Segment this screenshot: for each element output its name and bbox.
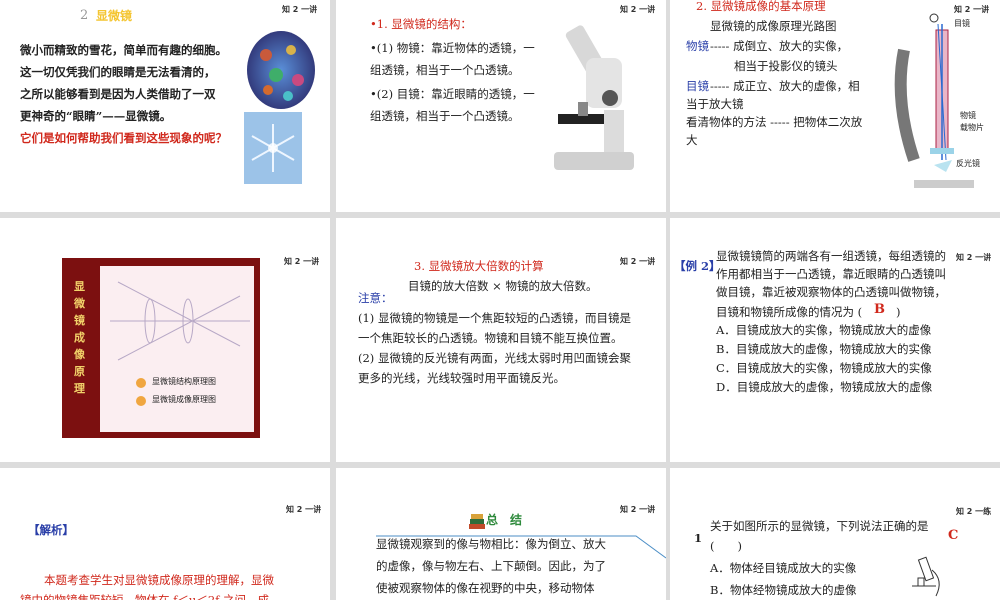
objective-line-2: 相当于投影仪的镜头 [734,59,838,73]
method-line-1: 看清物体的方法 ----- 把物体二次放 [686,115,863,129]
objective-desc-1: •(1) 物镜：靠近物体的透镜，一 [370,41,535,55]
slide-microscope-intro[interactable]: 知 2 一讲 2 显微镜 微小而精致的雪花，简单而有趣的细胞。 这一切仅凭我们的… [0,0,330,212]
option-c[interactable]: C．目镜成放大的实像，物镜成放大的实像 [716,358,932,378]
animation-vertical-title: 显微镜成像原理 [74,280,85,395]
books-icon [469,514,485,529]
magnification-formula: 目镜的放大倍数 × 物镜的放大倍数。 [408,279,598,293]
analysis-label: 【解析】 [28,523,74,537]
imaging-diagram-label: 显微镜成像原理图 [152,395,216,404]
slide-microscope-structure[interactable]: 知 2 一讲 •1. 显微镜的结构： •(1) 物镜：靠近物体的透镜，一 组透镜… [336,0,666,212]
lecture-tag: 知 2 一讲 [620,505,656,514]
eyepiece-line-2: 当于放大镜 [686,97,744,111]
practice-question: 关于如图所示的显微镜，下列说法正确的是 [710,519,929,533]
slide-tag: 载物片 [960,123,984,132]
example-question-line-4: 目镜和物镜所成像的情况为 ( [716,305,863,319]
eyepiece-desc-1: •(2) 目镜：靠近眼睛的透镜，一 [370,87,535,101]
section-number: 2 [80,8,89,23]
summary-line-1: 显微镜观察到的像与物相比：像为倒立、放大 [376,537,606,551]
example-answer-close: ) [896,305,901,319]
example-question-line-1: 显微镜镜筒的两端各有一组透镜，每组透镜的 [716,249,946,263]
analysis-line-2: 镜中的物镜焦距较短，物体在 f＜u＜2f 之间，成 [20,593,270,600]
objective-line-1: ----- 成倒立、放大的实像， [710,39,849,53]
slide-practice-1[interactable]: 知 2 一练 1 关于如图所示的显微镜，下列说法正确的是 C ( ) A．物体经… [670,468,1000,600]
lens-ray-diagram [110,281,250,361]
summary-title: 总 结 [486,513,523,527]
principle-sub: 显微镜的成像原理光路图 [710,19,837,33]
example-label: 【例 2】 [674,259,721,273]
option-d[interactable]: D．目镜成放大的虚像，物镜成放大的虚像 [716,377,932,397]
lecture-tag: 知 2 一讲 [620,257,656,266]
lecture-tag: 知 2 一讲 [956,253,992,262]
intro-line-3: 之所以能够看到是因为人类借助了一双 [20,87,216,101]
slide-principle-animation[interactable]: 知 2 一讲 显微镜成像原理 显微镜结构原理图 显微镜成像原理图 [0,218,330,462]
note-2-line-2: 更多的光线，光线较强时用平面镜反光。 [358,371,565,385]
slide-imaging-principle[interactable]: 知 2 一讲 2. 显微镜成像的基本原理 显微镜的成像原理光路图 物镜 ----… [670,0,1000,212]
practice-answer: C [948,528,959,543]
structure-diagram-label: 显微镜结构原理图 [152,377,216,386]
eyepiece-label: 目镜 [686,79,709,93]
cells-photo [247,31,315,109]
intro-line-4: 更神奇的“眼睛”——显微镜。 [20,109,172,123]
example-question-line-3: 做目镜，靠近被观察物体的凸透镜叫做物镜， [716,285,946,299]
slide-example-2[interactable]: 知 2 一讲 【例 2】 显微镜镜筒的两端各有一组透镜，每组透镜的 作用都相当于… [670,218,1000,462]
eyepiece-tag: 目镜 [954,19,970,28]
slide-magnification[interactable]: 知 2 一讲 3. 显微镜放大倍数的计算 目镜的放大倍数 × 物镜的放大倍数。 … [336,218,666,462]
structure-diagram-button[interactable]: 显微镜结构原理图 [136,376,256,390]
magnification-heading: 3. 显微镜放大倍数的计算 [414,259,544,273]
structure-heading: •1. 显微镜的结构： [370,17,472,31]
lecture-tag: 知 2 一讲 [282,5,318,14]
intro-question: 它们是如何帮助我们看到这些现象的呢？ [20,131,227,145]
method-line-2: 大 [686,133,698,147]
summary-line-3: 使被观察物体的像在视野的中央，移动物体 [376,581,595,595]
practice-tag: 知 2 一练 [956,507,992,516]
objective-tag: 物镜 [960,111,976,120]
practice-bracket: ( ) [710,539,742,553]
option-a[interactable]: A．目镜成放大的实像，物镜成放大的虚像 [716,320,931,340]
example-question-line-2: 作用都相当于一凸透镜，靠近眼睛的凸透镜叫 [716,267,946,281]
analysis-line-1: 本题考查学生对显微镜成像原理的理解，显微 [44,573,274,587]
note-2-line-1: (2) 显微镜的反光镜有两面，光线太弱时用凹面镜会聚 [358,351,631,365]
microscope-drawing [912,556,940,597]
practice-option-b[interactable]: B．物体经物镜成放大的虚像 [710,580,856,600]
objective-label: 物镜 [686,39,709,53]
slide-summary[interactable]: 知 2 一讲 总 结 显微镜观察到的像与物相比：像为倒立、放大 的虚像，像与物左… [336,468,666,600]
eyepiece-line-1: ----- 成正立、放大的虚像，相 [710,79,860,93]
intro-line-1: 微小而精致的雪花，简单而有趣的细胞。 [20,43,227,57]
practice-option-a[interactable]: A．物体经目镜成放大的实像 [710,558,856,578]
example-answer: B [874,302,885,317]
note-label: 注意： [358,291,393,305]
note-1-line-2: 一个焦距较长的凸透镜。物镜和目镜不能互换位置。 [358,331,623,345]
principle-heading: 2. 显微镜成像的基本原理 [696,0,826,13]
slide-title: 显微镜 [96,9,133,23]
snowflake-photo [244,112,302,184]
imaging-diagram-button[interactable]: 显微镜成像原理图 [136,394,256,408]
objective-desc-2: 组透镜，相当于一个凸透镜。 [370,63,520,77]
intro-line-2: 这一切仅凭我们的眼睛是无法看清的， [20,65,216,79]
note-1-line-1: (1) 显微镜的物镜是一个焦距较短的凸透镜，而目镜是 [358,311,631,325]
slide-analysis[interactable]: 知 2 一讲 【解析】 本题考查学生对显微镜成像原理的理解，显微 镜中的物镜焦距… [0,468,330,600]
option-b[interactable]: B．目镜成放大的虚像，物镜成放大的实像 [716,339,931,359]
orange-bullet-icon [136,378,146,388]
lecture-tag: 知 2 一讲 [284,257,320,266]
microscope-photo [554,25,634,170]
orange-bullet-icon [136,396,146,406]
summary-line-2: 的虚像，像与物左右、上下颠倒。因此，为了 [376,559,606,573]
mirror-tag: 反光镜 [956,159,980,168]
lecture-tag: 知 2 一讲 [286,505,322,514]
eyepiece-desc-2: 组透镜，相当于一个凸透镜。 [370,109,520,123]
practice-number: 1 [694,531,703,545]
lecture-tag: 知 2 一讲 [620,5,656,14]
